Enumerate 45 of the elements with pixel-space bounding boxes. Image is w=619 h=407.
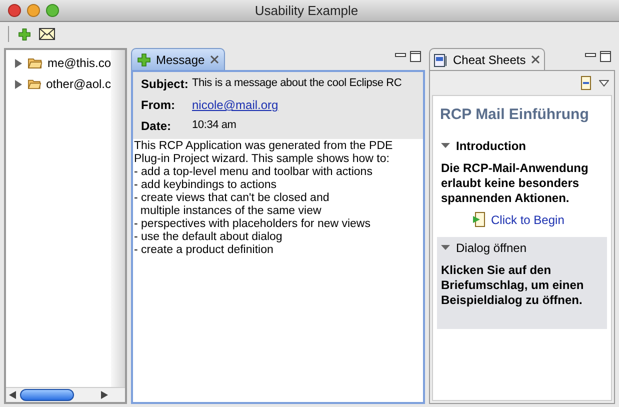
tree-item[interactable]: other@aol.c (46, 75, 111, 93)
message-body: This RCP Application was generated from the PDE Plug-in Project wizard. This sample shows how to: - add a top-level menu and toolbar with actions - add keybindings to actions - create views that can't be closed and multiple instances of the same view - perspectives with placeholders for new views - use the default about dialog - create a product definition (133, 139, 394, 257)
mail-button[interactable] (39, 28, 55, 40)
expand-arrow-icon[interactable] (14, 80, 23, 88)
click-to-begin-link[interactable]: Click to Begin (491, 210, 564, 228)
close-button[interactable] (8, 4, 21, 17)
view-tab[interactable]: Message (131, 48, 225, 70)
email-link[interactable]: nicole@mail.org (192, 96, 278, 114)
field-value: 10:34 am (192, 118, 236, 133)
folder-icon (28, 78, 42, 90)
window-title: Usability Example (254, 2, 358, 20)
close-icon[interactable] (210, 55, 219, 64)
expand-arrow-icon[interactable] (441, 243, 450, 252)
plus-icon (137, 52, 151, 66)
minimize-button[interactable] (27, 4, 40, 17)
horizontal-scrollbar[interactable] (6, 387, 125, 402)
plus-icon (18, 28, 31, 40)
dropdown-icon[interactable] (599, 80, 609, 86)
expand-arrow-icon[interactable] (14, 58, 23, 68)
scroll-thumb[interactable] (20, 389, 74, 401)
field-label: Date: (141, 118, 172, 135)
scroll-left-icon[interactable] (9, 391, 17, 399)
expand-arrow-icon[interactable] (441, 141, 450, 150)
document-icon[interactable] (581, 76, 591, 90)
section-heading[interactable]: Dialog öffnen (456, 238, 526, 256)
view-tab[interactable]: Cheat Sheets (429, 48, 545, 70)
tree-item[interactable]: me@this.co (47, 54, 111, 72)
cheat-sheet-title: RCP Mail Einführung (439, 105, 590, 125)
maximize-icon[interactable] (410, 51, 421, 62)
section-text: Klicken Sie auf den Briefumschlag, um einen Beispieldialog zu öffnen. (441, 262, 585, 308)
play-document-icon (473, 212, 485, 227)
folder-icon (28, 57, 42, 69)
new-button[interactable] (18, 28, 31, 40)
zoom-button[interactable] (46, 4, 59, 17)
section-heading[interactable]: Introduction (456, 136, 526, 154)
envelope-icon (39, 28, 55, 40)
field-label: From: (141, 97, 176, 114)
field-label: Subject: (141, 76, 190, 93)
notepad-icon (434, 52, 448, 66)
maximize-icon[interactable] (600, 51, 611, 62)
close-icon[interactable] (530, 55, 540, 64)
section-text: Die RCP-Mail-Anwendung erlaubt keine besonders spannenden Aktionen. (441, 160, 590, 206)
scroll-right-icon[interactable] (100, 391, 108, 399)
vertical-scrollbar[interactable] (111, 50, 125, 387)
field-value: This is a message about the cool Eclipse RC (192, 76, 402, 91)
